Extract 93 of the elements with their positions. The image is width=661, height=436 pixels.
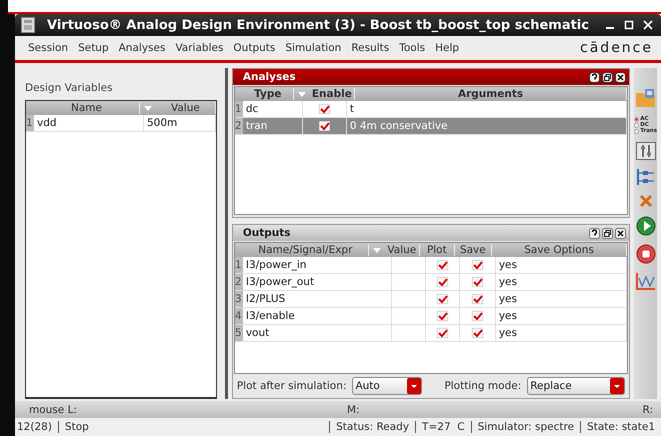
column-header[interactable]: Name/Signal/Expr bbox=[242, 244, 369, 256]
checkbox[interactable] bbox=[436, 260, 448, 270]
panel-title: Outputs bbox=[242, 227, 292, 239]
table-cell: yes bbox=[496, 308, 628, 324]
run-icon[interactable] bbox=[636, 216, 656, 236]
help-icon[interactable] bbox=[589, 228, 600, 238]
restore-icon[interactable] bbox=[602, 228, 614, 238]
analysis-row[interactable]: 1 dc t bbox=[234, 101, 628, 118]
menu-item[interactable]: Outputs bbox=[228, 42, 280, 54]
close-icon[interactable] bbox=[615, 72, 626, 82]
temperature-text: T=27 C bbox=[415, 421, 471, 433]
radio-button[interactable] bbox=[634, 128, 640, 134]
row-number: 1 bbox=[234, 101, 243, 117]
column-header[interactable]: Plot bbox=[420, 244, 455, 256]
menu-item[interactable]: Tools bbox=[394, 42, 430, 54]
table-cell: dc bbox=[242, 101, 303, 117]
checkbox[interactable] bbox=[472, 294, 483, 304]
table-cell: t bbox=[346, 101, 628, 117]
maximize-icon[interactable] bbox=[624, 20, 634, 30]
caret-icon[interactable] bbox=[407, 378, 422, 394]
row-number: 1 bbox=[234, 257, 243, 273]
row-number: 2 bbox=[234, 118, 243, 134]
stop-icon[interactable] bbox=[636, 244, 656, 264]
state-text: State: state1 bbox=[580, 421, 661, 433]
table-cell: yes bbox=[496, 274, 628, 290]
row-number: 1 bbox=[26, 115, 34, 131]
row-number: 5 bbox=[234, 325, 243, 341]
table-cell: tran bbox=[242, 118, 303, 134]
checkbox[interactable] bbox=[472, 277, 483, 287]
row-number: 4 bbox=[234, 308, 243, 324]
close-icon[interactable] bbox=[615, 228, 626, 238]
row-number: 3 bbox=[234, 291, 243, 307]
plot-after-dropdown[interactable]: Auto bbox=[352, 377, 422, 395]
panel-title: Design Variables bbox=[25, 82, 114, 94]
checkbox[interactable] bbox=[472, 260, 483, 270]
checkbox[interactable] bbox=[472, 311, 483, 321]
column-header[interactable]: Enable bbox=[310, 88, 355, 100]
checkbox[interactable] bbox=[318, 121, 330, 131]
simulator-text: Simulator: spectre bbox=[470, 421, 580, 433]
row-number: 2 bbox=[234, 274, 243, 290]
menu-item[interactable]: Session bbox=[23, 42, 74, 54]
status-text: Status: Ready bbox=[329, 421, 416, 433]
checkbox[interactable] bbox=[472, 328, 483, 338]
plotting-mode-label: Plotting mode: bbox=[444, 380, 522, 392]
status-command: Stop bbox=[64, 421, 90, 433]
restore-icon[interactable] bbox=[602, 72, 614, 82]
analysis-row[interactable]: 2 tran 0 4m conservative bbox=[234, 118, 628, 135]
table-cell: 500m bbox=[144, 115, 216, 131]
plot-after-label: Plot after simulation: bbox=[236, 380, 346, 392]
waveform-icon[interactable] bbox=[636, 272, 656, 290]
plotting-mode-dropdown[interactable]: Replace bbox=[527, 377, 626, 395]
caret-icon[interactable] bbox=[610, 378, 624, 394]
checkbox[interactable] bbox=[436, 294, 448, 304]
table-cell: I3/enable bbox=[242, 308, 392, 324]
table-cell: yes bbox=[496, 291, 628, 307]
mouse-left-label: mouse L: bbox=[29, 404, 78, 416]
brand-logo: cādence bbox=[580, 40, 653, 56]
column-header[interactable]: Type bbox=[242, 88, 294, 100]
help-icon[interactable] bbox=[589, 72, 600, 82]
menu-item[interactable]: Simulation bbox=[280, 42, 346, 54]
status-count: 12(28) bbox=[15, 421, 59, 433]
table-cell: vout bbox=[242, 325, 392, 341]
column-header[interactable]: Value bbox=[156, 102, 216, 114]
column-header[interactable]: Arguments bbox=[354, 88, 628, 100]
column-header[interactable]: Value bbox=[384, 244, 420, 256]
menu-item[interactable]: Variables bbox=[170, 42, 228, 54]
panel-title: Analyses bbox=[242, 71, 297, 83]
checkbox[interactable] bbox=[436, 277, 448, 287]
window-title: Virtuoso® Analog Design Environment (3) - Boost tb_boost_top schematic bbox=[47, 18, 590, 32]
checkbox[interactable] bbox=[436, 311, 448, 321]
radio-button[interactable] bbox=[634, 116, 640, 122]
checkbox[interactable] bbox=[436, 328, 448, 338]
table-cell: I3/power_in bbox=[242, 257, 392, 273]
app-icon[interactable] bbox=[21, 17, 35, 33]
column-header[interactable]: Save bbox=[454, 244, 492, 256]
table-cell: I3/power_out bbox=[242, 274, 392, 290]
radio-button[interactable] bbox=[634, 122, 640, 128]
table-cell: yes bbox=[496, 325, 628, 341]
tune-icon[interactable] bbox=[636, 142, 656, 160]
table-cell: yes bbox=[496, 257, 628, 273]
mouse-middle-label: M: bbox=[347, 404, 361, 416]
mouse-right-label: R: bbox=[642, 404, 653, 416]
netlist-icon[interactable] bbox=[636, 168, 656, 186]
menu-item[interactable]: Setup bbox=[73, 42, 114, 54]
menu-item[interactable]: Results bbox=[346, 42, 394, 54]
menu-item[interactable]: Help bbox=[430, 42, 464, 54]
table-cell: vdd bbox=[34, 115, 144, 131]
checkbox[interactable] bbox=[318, 104, 330, 114]
table-cell: I2/PLUS bbox=[242, 291, 392, 307]
column-header[interactable]: Save Options bbox=[492, 244, 628, 256]
table-cell: 0 4m conservative bbox=[346, 118, 628, 134]
column-header[interactable]: Name bbox=[34, 102, 140, 114]
menu-item[interactable]: Analyses bbox=[114, 42, 170, 54]
